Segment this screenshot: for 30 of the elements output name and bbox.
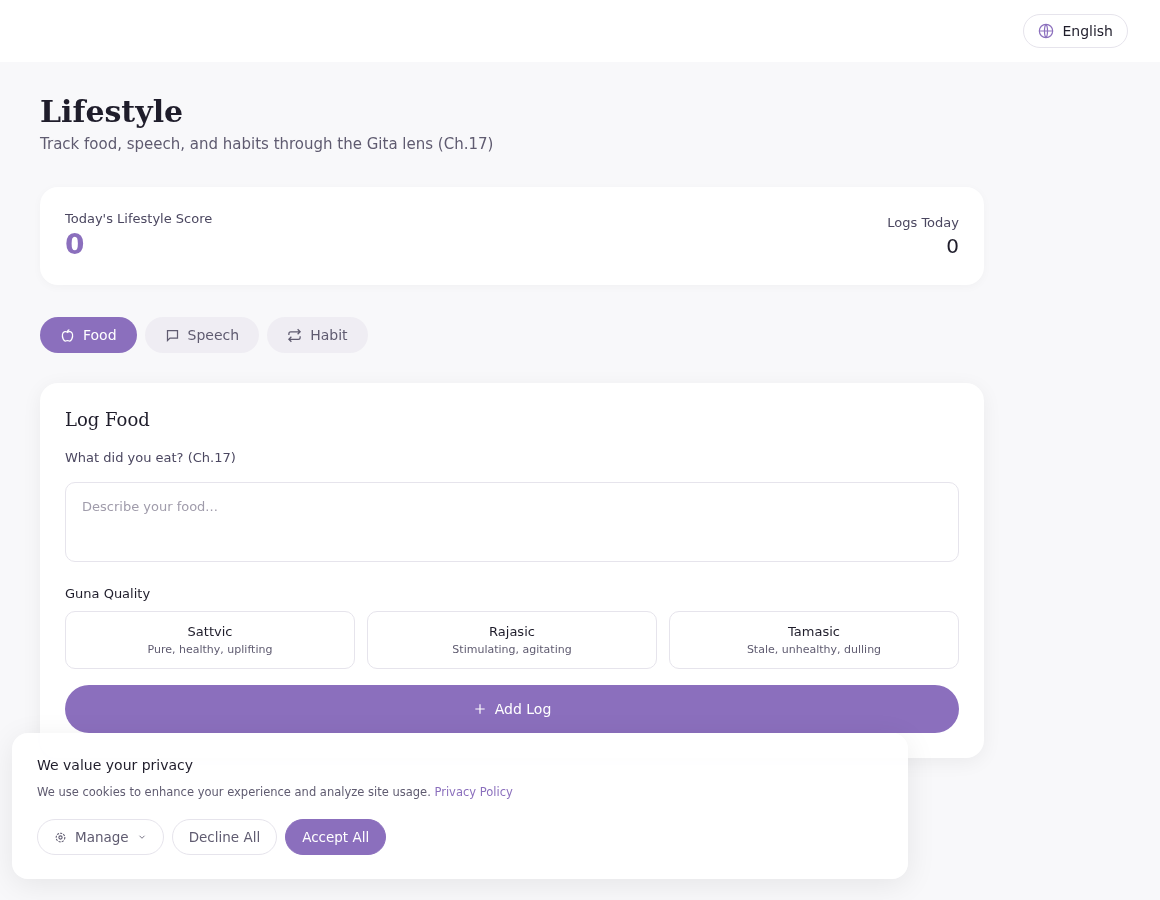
form-title: Log Food <box>65 409 151 430</box>
page-subtitle: Track food, speech, and habits through the Gita lens (Ch.17) <box>40 135 495 153</box>
privacy-policy-link[interactable]: Privacy Policy <box>434 785 513 799</box>
category-tab[interactable]: Speech <box>144 317 260 353</box>
manage-button[interactable]: Manage <box>37 819 164 855</box>
guna-option[interactable]: Tamasic Stale, unhealthy, dulling <box>669 611 959 669</box>
field-label: What did you eat? (Ch.17) <box>65 450 237 465</box>
category-tab[interactable]: Food <box>40 317 137 353</box>
food-input-field[interactable]: Describe your food... <box>65 482 959 562</box>
settings-icon <box>54 830 67 844</box>
score-value: 0 <box>65 228 86 261</box>
category-tab[interactable]: Habit <box>267 317 368 353</box>
cookie-text: We use cookies to enhance your experience and analyze site usage. Privacy Policy <box>37 785 514 799</box>
guna-label: Guna Quality <box>65 586 152 601</box>
plus-icon <box>472 702 487 716</box>
repeat-icon <box>287 327 303 343</box>
globe-icon <box>1038 23 1055 39</box>
logs-label: Logs Today <box>887 215 959 230</box>
guna-option[interactable]: Sattvic Pure, healthy, uplifting <box>65 611 355 669</box>
page-title: Lifestyle <box>40 94 185 129</box>
score-label: Today's Lifestyle Score <box>65 211 213 226</box>
add-log-button[interactable]: Add Log <box>65 685 959 733</box>
cookie-title: We value your privacy <box>37 757 195 773</box>
chat-bubble-icon <box>164 327 180 343</box>
accept-button[interactable]: Accept All <box>285 819 387 855</box>
guna-option[interactable]: Rajasic Stimulating, agitating <box>367 611 657 669</box>
decline-button[interactable]: Decline All <box>171 819 278 855</box>
language-selector[interactable]: English <box>1023 14 1128 48</box>
apple-icon <box>60 327 75 343</box>
logs-value: 0 <box>945 234 959 258</box>
